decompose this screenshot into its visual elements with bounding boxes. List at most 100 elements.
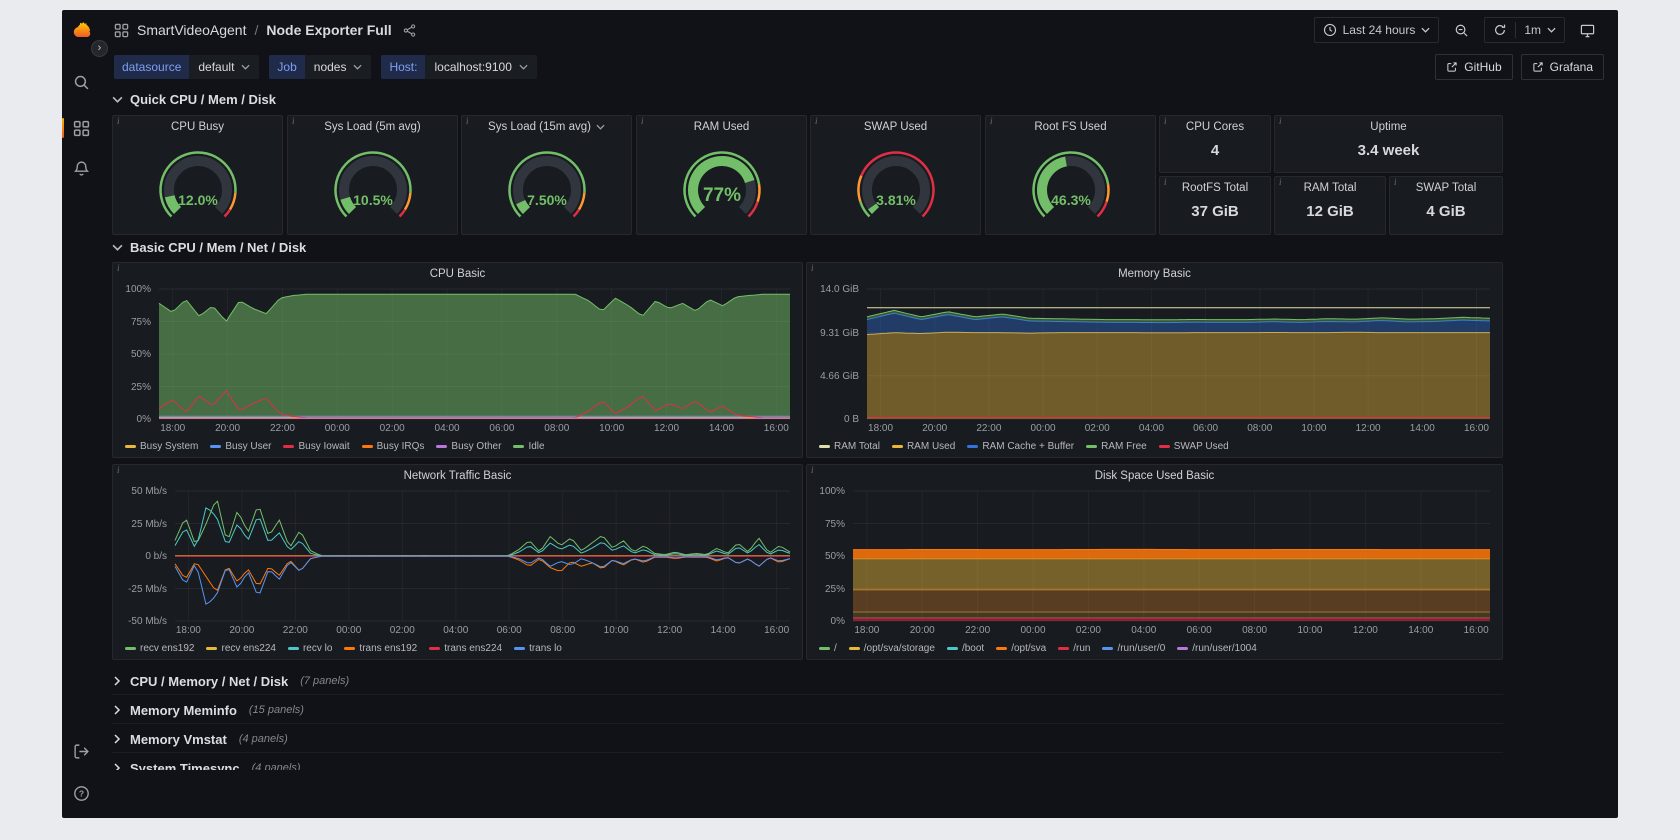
legend-label: SWAP Used <box>1173 441 1229 452</box>
panel-info-icon[interactable]: i <box>811 465 814 475</box>
legend-color-dash <box>283 445 295 448</box>
panel-info-icon[interactable]: i <box>990 116 993 126</box>
sidebar-item-alerting[interactable] <box>68 155 94 181</box>
legend-item-run-user-1004[interactable]: /run/user/1004 <box>1177 643 1257 654</box>
row-title: Basic CPU / Mem / Net / Disk <box>130 240 307 255</box>
y-axis-label: 0 B <box>843 414 859 425</box>
row-header-quick[interactable]: Quick CPU / Mem / Disk <box>112 92 276 107</box>
collapsed-row-memory-meminfo[interactable]: Memory Meminfo (15 panels) <box>112 697 1503 724</box>
collapsed-row-memory-vmstat[interactable]: Memory Vmstat (4 panels) <box>112 726 1503 753</box>
x-axis-label: 00:00 <box>324 423 350 434</box>
search-button[interactable] <box>68 69 94 95</box>
row-header-basic[interactable]: Basic CPU / Mem / Net / Disk <box>112 240 306 255</box>
grafana-logo-button[interactable] <box>68 18 94 44</box>
time-range-picker[interactable]: Last 24 hours <box>1313 17 1440 43</box>
active-nav-indicator <box>62 118 64 138</box>
x-axis-label: 18:00 <box>868 423 894 434</box>
zoom-out-button[interactable] <box>1445 17 1478 43</box>
legend-item-busy-other[interactable]: Busy Other <box>436 441 501 452</box>
dashboard-link-grafana[interactable]: Grafana <box>1520 54 1604 80</box>
help-button[interactable]: ? <box>68 780 94 806</box>
panel-title[interactable]: SWAP Total <box>1390 182 1502 194</box>
panel-title[interactable]: Sys Load (15m avg) <box>462 121 631 133</box>
legend-item-ram-total[interactable]: RAM Total <box>819 441 880 452</box>
legend-item-root[interactable]: / <box>819 643 837 654</box>
panel-title[interactable]: RootFS Total <box>1160 182 1270 194</box>
variable-host: Host: localhost:9100 <box>381 55 537 79</box>
breadcrumb-separator: / <box>254 22 259 38</box>
breadcrumb-folder[interactable]: SmartVideoAgent <box>137 22 246 38</box>
grafana-app: ? › SmartVideoAgent / Node Exporter Full <box>62 10 1618 818</box>
legend-item-opt-sva-storage[interactable]: /opt/sva/storage <box>848 643 935 654</box>
legend-item-recv-lo[interactable]: recv lo <box>287 643 332 654</box>
legend-item-recv-ens192[interactable]: recv ens192 <box>125 643 194 654</box>
gauge-value: 3.81% <box>876 192 916 208</box>
panel-title[interactable]: CPU Cores <box>1160 121 1270 133</box>
legend-item-busy-user[interactable]: Busy User <box>210 441 271 452</box>
legend-label: RAM Cache + Buffer <box>982 441 1075 452</box>
panel-info-icon[interactable]: i <box>815 116 818 126</box>
panel-info-icon[interactable]: i <box>1279 177 1282 187</box>
legend-label: Busy IRQs <box>376 441 425 452</box>
share-dashboard-button[interactable] <box>400 20 420 40</box>
collapsed-row-cpu-memory-net-disk[interactable]: CPU / Memory / Net / Disk (7 panels) <box>112 668 1503 695</box>
panel-info-icon[interactable]: i <box>1164 116 1167 126</box>
variable-value-dropdown[interactable]: nodes <box>304 55 372 79</box>
legend-item-run[interactable]: /run <box>1058 643 1090 654</box>
x-axis-label: 16:00 <box>763 423 789 434</box>
help-icon: ? <box>73 785 89 801</box>
clock-icon <box>1323 23 1336 37</box>
panel-info-icon[interactable]: i <box>1279 116 1282 126</box>
sidebar-expand-button[interactable]: › <box>91 40 108 57</box>
legend-item-idle[interactable]: Idle <box>513 441 545 452</box>
variable-value-dropdown[interactable]: localhost:9100 <box>425 55 537 79</box>
x-axis-label: 04:00 <box>1131 625 1157 636</box>
legend-item-busy-irqs[interactable]: Busy IRQs <box>361 441 425 452</box>
legend-item-busy-iowait[interactable]: Busy Iowait <box>283 441 350 452</box>
panel-title[interactable]: Uptime <box>1275 121 1502 133</box>
panel-title[interactable]: Sys Load (5m avg) <box>288 121 457 133</box>
panel-info-icon[interactable]: i <box>811 263 814 273</box>
legend-label: /run/user/0 <box>1117 643 1166 654</box>
panel-info-icon[interactable]: i <box>292 116 295 126</box>
x-axis-label: 08:00 <box>550 625 576 636</box>
legend-item-trans-ens224[interactable]: trans ens224 <box>429 643 502 654</box>
sign-out-button[interactable] <box>68 738 94 764</box>
legend-item-ram-used[interactable]: RAM Used <box>891 441 955 452</box>
legend-item-busy-system[interactable]: Busy System <box>125 441 198 452</box>
sign-out-icon <box>73 743 89 759</box>
legend-item-run-user-0[interactable]: /run/user/0 <box>1102 643 1165 654</box>
legend-item-swap-used[interactable]: SWAP Used <box>1158 441 1229 452</box>
panel-title[interactable]: RAM Used <box>637 121 806 133</box>
panel-info-icon[interactable]: i <box>117 263 120 273</box>
legend-item-recv-ens224[interactable]: recv ens224 <box>206 643 276 654</box>
legend-item-opt-sva[interactable]: /opt/sva <box>996 643 1046 654</box>
row-title: Memory Vmstat <box>130 731 227 747</box>
refresh-button[interactable] <box>1485 18 1515 42</box>
panel-info-icon[interactable]: i <box>1394 177 1397 187</box>
sidebar-item-dashboards[interactable] <box>62 115 94 141</box>
panel-title[interactable]: RAM Total <box>1275 182 1385 194</box>
y-axis-label: 0% <box>136 414 151 425</box>
row-panel-count: (4 panels) <box>238 733 288 745</box>
panel-info-icon[interactable]: i <box>117 465 120 475</box>
panel-info-icon[interactable]: i <box>1164 177 1167 187</box>
panel-info-icon[interactable]: i <box>641 116 644 126</box>
panel-title[interactable]: SWAP Used <box>811 121 980 133</box>
tv-mode-button[interactable] <box>1571 17 1604 43</box>
panel-title[interactable]: Root FS Used <box>986 121 1155 133</box>
legend-item-trans-lo[interactable]: trans lo <box>514 643 562 654</box>
legend-item-ram-cache-buffer[interactable]: RAM Cache + Buffer <box>967 441 1074 452</box>
panel-title[interactable]: CPU Busy <box>113 121 282 133</box>
legend-item-ram-free[interactable]: RAM Free <box>1086 441 1147 452</box>
legend-item-trans-ens192[interactable]: trans ens192 <box>344 643 417 654</box>
legend-item-boot[interactable]: /boot <box>946 643 985 654</box>
panel-info-icon[interactable]: i <box>117 116 120 126</box>
panel-info-icon[interactable]: i <box>466 116 469 126</box>
gauge-value: 7.50% <box>527 192 567 208</box>
variable-value-dropdown[interactable]: default <box>189 55 260 79</box>
refresh-interval-picker[interactable]: 1m <box>1516 18 1564 42</box>
collapsed-row-system-timesync[interactable]: System Timesync (4 panels) <box>112 755 1503 770</box>
legend-label: /boot <box>961 643 985 654</box>
dashboard-link-github[interactable]: GitHub <box>1435 54 1513 80</box>
